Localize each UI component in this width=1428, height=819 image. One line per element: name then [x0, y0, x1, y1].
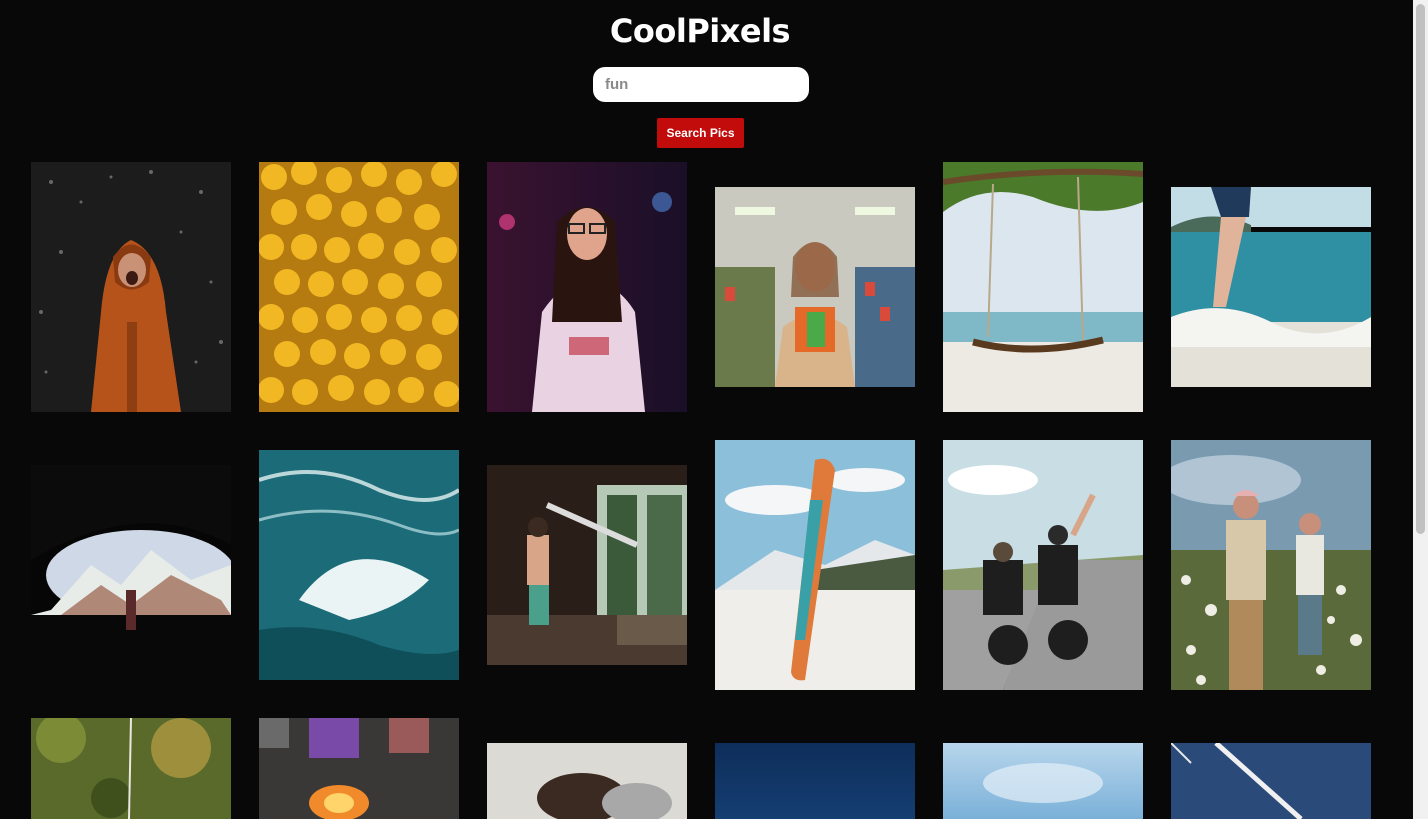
photo-cave-mountains[interactable]	[31, 465, 231, 665]
search-button[interactable]: Search Pics	[657, 118, 744, 148]
photo-motorcyclists[interactable]	[943, 440, 1143, 690]
photo-couple-flowers[interactable]	[1171, 440, 1371, 690]
photo-blue-line[interactable]	[1171, 743, 1371, 819]
photo-light-sky[interactable]	[943, 743, 1143, 819]
photo-kid-telescope[interactable]	[487, 465, 687, 665]
photo-dark-blue[interactable]	[715, 743, 915, 819]
photo-foot-splash[interactable]	[1171, 187, 1371, 387]
photo-campfire[interactable]	[259, 718, 459, 819]
photo-person-lying[interactable]	[487, 743, 687, 819]
photo-snowboard[interactable]	[715, 440, 915, 690]
photo-girl-candy-store[interactable]	[715, 187, 915, 387]
app-title: CoolPixels	[609, 12, 791, 50]
scrollbar-thumb[interactable]	[1416, 4, 1425, 534]
photo-woman-glasses-neon[interactable]	[487, 162, 687, 412]
page-scrollbar[interactable]	[1413, 0, 1428, 819]
photo-girl-in-rain[interactable]	[31, 162, 231, 412]
photo-trees-bokeh[interactable]	[31, 718, 231, 819]
photo-beach-swing[interactable]	[943, 162, 1143, 412]
search-input[interactable]	[593, 67, 809, 102]
photo-yellow-beads[interactable]	[259, 162, 459, 412]
photo-ocean-wave[interactable]	[259, 450, 459, 680]
